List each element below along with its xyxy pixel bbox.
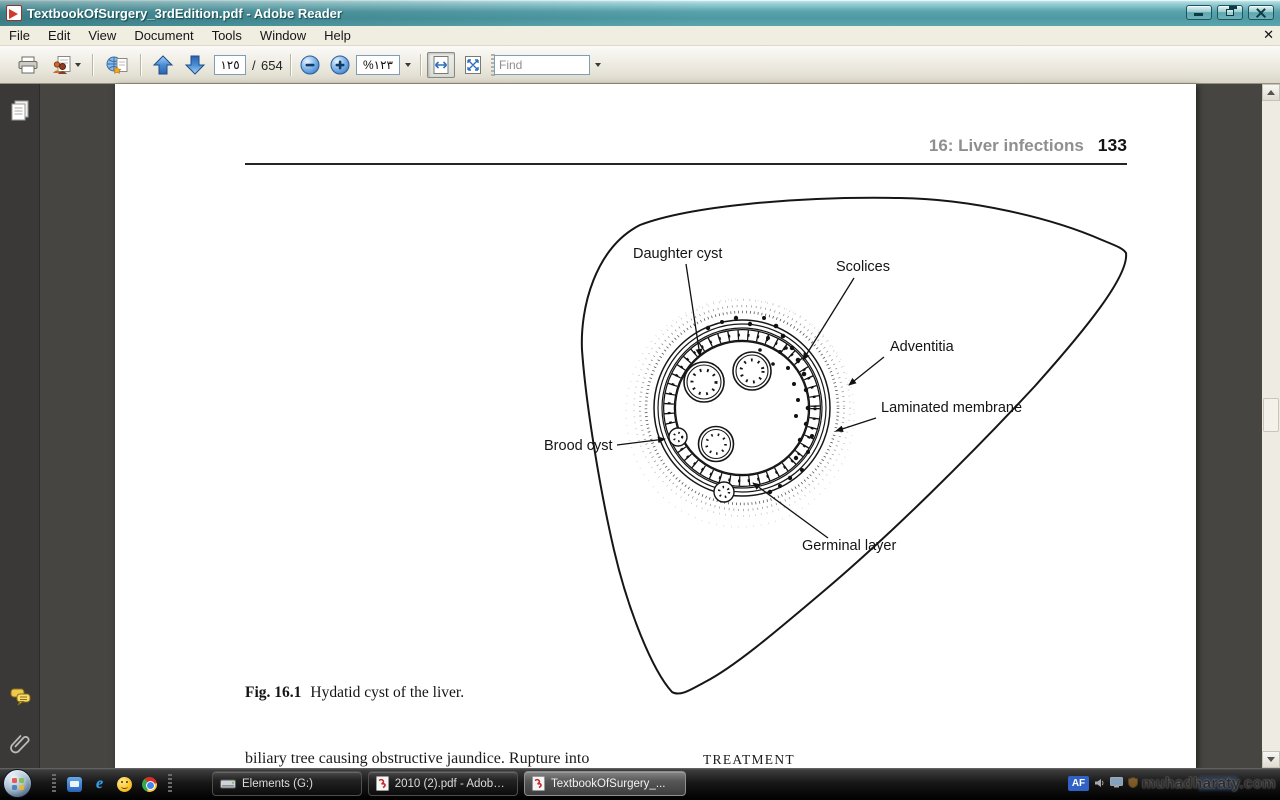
document-view[interactable]: 16: Liver infections 133 — [41, 84, 1262, 768]
quick-launch-bar: e — [46, 768, 178, 800]
body-heading-right-column: TREATMENT — [703, 752, 795, 768]
menu-item-view[interactable]: View — [79, 26, 125, 46]
zoom-dropdown-button[interactable] — [401, 55, 415, 75]
menu-item-edit[interactable]: Edit — [39, 26, 79, 46]
down-arrow-icon — [184, 54, 206, 76]
figure-caption-text: Hydatid cyst of the liver. — [310, 684, 464, 701]
share-caret-icon — [75, 63, 81, 67]
update-shield-icon[interactable] — [1128, 777, 1138, 788]
messenger-smiley-icon[interactable] — [116, 776, 133, 793]
navigation-sidebar — [0, 84, 40, 768]
window-title: TextbookOfSurgery_3rdEdition.pdf - Adobe… — [27, 6, 342, 21]
next-page-button[interactable] — [180, 52, 210, 78]
fit-width-icon — [431, 55, 451, 75]
zoom-in-button[interactable] — [326, 52, 354, 78]
pdf-icon — [376, 776, 389, 791]
minimize-button[interactable] — [1186, 5, 1212, 20]
page-separator: / — [252, 58, 256, 73]
menu-item-tools[interactable]: Tools — [203, 26, 251, 46]
pdf-page: 16: Liver infections 133 — [115, 84, 1196, 768]
quick-launch-handle[interactable] — [168, 774, 172, 794]
app-window: TextbookOfSurgery_3rdEdition.pdf - Adobe… — [0, 0, 1280, 800]
pdf-file-icon — [6, 5, 22, 21]
share-review-button[interactable] — [46, 52, 86, 78]
page-total: 654 — [261, 58, 283, 73]
figure-caption-label: Fig. 16.1 — [245, 684, 301, 701]
print-button[interactable] — [12, 52, 44, 78]
scrollbar-thumb[interactable] — [1263, 398, 1279, 432]
chrome-icon[interactable] — [141, 776, 158, 793]
scroll-down-icon — [1267, 757, 1275, 762]
globe-document-icon — [106, 56, 128, 74]
menu-item-file[interactable]: File — [0, 26, 39, 46]
pdf-icon — [532, 776, 545, 791]
close-document-icon[interactable]: ✕ — [1263, 27, 1274, 43]
pages-panel-icon[interactable] — [10, 100, 30, 127]
taskbar: e Elements (G:) 2010 (2).pdf - Adobe ... — [0, 768, 1280, 800]
volume-icon[interactable] — [1094, 778, 1105, 788]
internet-explorer-icon[interactable]: e — [91, 776, 108, 793]
previous-page-button[interactable] — [148, 52, 178, 78]
toolbar: / 654 — [0, 46, 1280, 84]
display-icon[interactable] — [1110, 777, 1123, 788]
taskbar-button-elements[interactable]: Elements (G:) — [212, 771, 362, 796]
zoom-level-input[interactable] — [356, 55, 400, 75]
menu-item-document[interactable]: Document — [125, 26, 202, 46]
label-scolices: Scolices — [836, 259, 890, 275]
start-button[interactable] — [3, 769, 32, 798]
quick-launch-handle[interactable] — [52, 774, 56, 794]
figure-hydatid-cyst: Daughter cyst Scolices Adventitia Lamina… — [540, 190, 1140, 710]
restore-icon — [1226, 9, 1234, 16]
page-number: 133 — [1098, 135, 1127, 156]
restore-button[interactable] — [1217, 5, 1243, 20]
page-header: 16: Liver infections 133 — [929, 135, 1127, 156]
label-daughter-cyst: Daughter cyst — [633, 246, 722, 262]
main-area: 16: Liver infections 133 — [0, 84, 1280, 768]
find-caret-icon — [595, 63, 601, 67]
fit-width-button[interactable] — [427, 52, 455, 78]
scroll-down-button[interactable] — [1262, 751, 1280, 768]
taskbar-button-textbook-pdf[interactable]: TextbookOfSurgery_... — [524, 771, 686, 796]
zoom-caret-icon — [405, 63, 411, 67]
figure-caption: Fig. 16.1 Hydatid cyst of the liver. — [245, 684, 464, 702]
header-rule — [245, 163, 1127, 165]
chapter-title: 16: Liver infections — [929, 136, 1084, 156]
drive-icon — [220, 778, 236, 790]
quick-launch-app-icon[interactable] — [66, 776, 83, 793]
zoom-in-icon — [329, 54, 351, 76]
menu-item-window[interactable]: Window — [251, 26, 315, 46]
printer-icon — [18, 56, 38, 74]
page-number-input[interactable] — [214, 55, 246, 75]
body-text-left-column: biliary tree causing obstructive jaundic… — [245, 750, 589, 768]
up-arrow-icon — [152, 54, 174, 76]
collaborate-online-button[interactable] — [100, 52, 134, 78]
watermark-text: muhadharaty.com — [1142, 775, 1276, 792]
label-laminated-membrane: Laminated membrane — [881, 400, 1022, 416]
vertical-scrollbar[interactable] — [1262, 84, 1280, 768]
close-button[interactable] — [1248, 5, 1274, 20]
label-germinal-layer: Germinal layer — [802, 538, 896, 554]
taskbar-button-2010-pdf[interactable]: 2010 (2).pdf - Adobe ... — [368, 771, 518, 796]
title-bar: TextbookOfSurgery_3rdEdition.pdf - Adobe… — [0, 0, 1280, 26]
scroll-up-icon — [1267, 90, 1275, 95]
menu-bar: File Edit View Document Tools Window Hel… — [0, 26, 1280, 46]
zoom-out-button[interactable] — [296, 52, 324, 78]
menu-item-help[interactable]: Help — [315, 26, 360, 46]
language-bar-indicator[interactable]: AF — [1068, 776, 1089, 791]
attachments-panel-icon[interactable] — [10, 732, 30, 759]
label-brood-cyst: Brood cyst — [544, 438, 613, 454]
comments-panel-icon[interactable] — [10, 688, 32, 711]
minimize-icon — [1194, 13, 1203, 16]
fit-page-icon — [463, 55, 483, 75]
system-tray: AF muhadharaty.com — [1062, 768, 1280, 800]
fit-page-button[interactable] — [459, 52, 487, 78]
find-input[interactable] — [494, 55, 590, 75]
people-document-icon — [52, 56, 72, 74]
zoom-out-icon — [299, 54, 321, 76]
scroll-up-button[interactable] — [1262, 84, 1280, 101]
label-adventitia: Adventitia — [890, 339, 955, 355]
find-dropdown-button[interactable] — [590, 55, 605, 75]
